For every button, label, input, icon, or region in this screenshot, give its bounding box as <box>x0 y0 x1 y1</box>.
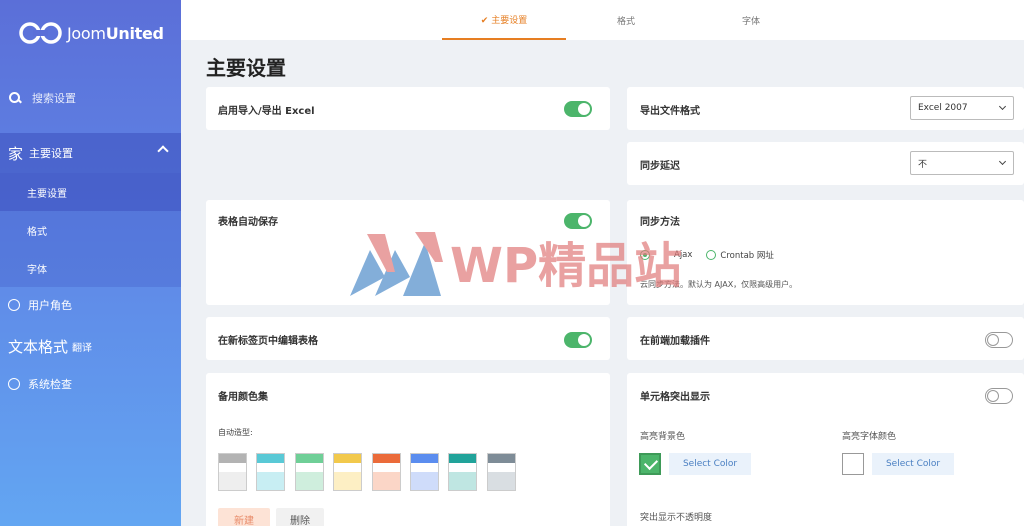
card-highlight: 单元格突出显示 高亮背景色 高亮字体颜色 Select Color Select… <box>627 373 1024 526</box>
highlight-bg-select-color[interactable]: Select Color <box>669 453 751 475</box>
highlight-label: 单元格突出显示 <box>640 392 710 403</box>
color-swatch[interactable] <box>333 453 363 491</box>
joomunited-logo-icon <box>19 22 62 44</box>
chevron-down-icon <box>998 157 1007 166</box>
card-sync-method: 同步方法 Ajax Crontab 网址 云同步方法。默认为 AJAX，仅限高级… <box>627 200 1024 305</box>
sync-delay-select[interactable]: 不 <box>910 151 1014 175</box>
highlight-bg-label: 高亮背景色 <box>640 432 686 442</box>
highlight-toggle[interactable] <box>985 388 1013 404</box>
color-swatch[interactable] <box>294 453 324 491</box>
import-export-label: 启用导入/导出 Excel <box>218 106 315 117</box>
sidebar-group-header[interactable]: 家 主要设置 <box>0 133 181 173</box>
tab-bar: ✔ 主要设置 格式 字体 <box>181 0 1024 40</box>
edit-new-tab-label: 在新标签页中编辑表格 <box>218 336 318 347</box>
auto-style-label: 自动造型: <box>218 428 253 437</box>
logo-text: JoomUnited <box>67 23 164 43</box>
edit-new-tab-toggle[interactable] <box>564 332 592 348</box>
color-swatch[interactable] <box>486 453 516 491</box>
color-swatch[interactable] <box>448 453 478 491</box>
user-circle-icon <box>8 299 20 311</box>
sidebar-item-user-roles[interactable]: 用户角色 <box>8 297 72 313</box>
highlight-bg-swatch[interactable] <box>639 453 661 475</box>
search-input[interactable]: 搜索设置 <box>32 90 76 106</box>
sidebar-item-system-check[interactable]: 系统检查 <box>8 376 72 392</box>
card-autosave: 表格自动保存 <box>206 200 610 305</box>
home-icon: 家 <box>8 144 24 163</box>
logo[interactable]: JoomUnited <box>18 16 164 50</box>
export-format-select[interactable]: Excel 2007 <box>910 96 1014 120</box>
color-swatch[interactable] <box>218 453 247 491</box>
sidebar-search[interactable]: 搜索设置 <box>8 86 173 110</box>
new-button[interactable]: 新建 <box>218 508 270 526</box>
radio-ajax[interactable] <box>640 250 650 260</box>
sidebar: JoomUnited 搜索设置 家 主要设置 主要设置 格式 字体 用户角色 文… <box>0 0 181 526</box>
card-export-format: 导出文件格式 Excel 2007 <box>627 87 1024 130</box>
chevron-up-icon[interactable] <box>157 145 169 157</box>
autosave-label: 表格自动保存 <box>218 217 278 228</box>
radio-crontab[interactable] <box>706 250 717 260</box>
translate-label: 翻译 <box>72 343 93 354</box>
import-export-toggle[interactable] <box>564 101 592 117</box>
text-format-label: 文本格式 <box>8 338 69 356</box>
sync-method-options: Ajax Crontab 网址 <box>640 249 774 261</box>
sidebar-item-font[interactable]: 字体 <box>0 249 181 287</box>
delete-button[interactable]: 删除 <box>276 508 324 526</box>
sidebar-item-text-format[interactable]: 文本格式 翻译 <box>8 336 92 357</box>
highlight-opacity-label: 突出显示不透明度 <box>640 513 713 523</box>
sidebar-group-main-settings: 家 主要设置 主要设置 格式 字体 <box>0 133 181 287</box>
sync-delay-label: 同步延迟 <box>640 161 680 172</box>
highlight-font-label: 高亮字体颜色 <box>842 432 897 442</box>
autosave-toggle[interactable] <box>564 213 592 229</box>
card-frontend-plugins: 在前端加载插件 <box>627 317 1024 360</box>
sync-method-note: 云同步方法。默认为 AJAX，仅限高级用户。 <box>640 280 798 289</box>
card-edit-new-tab: 在新标签页中编辑表格 <box>206 317 610 360</box>
sidebar-item-main-settings[interactable]: 主要设置 <box>0 173 181 211</box>
card-import-export: 启用导入/导出 Excel <box>206 87 610 130</box>
export-format-label: 导出文件格式 <box>640 106 700 117</box>
tab-main-settings[interactable]: ✔ 主要设置 <box>442 0 566 40</box>
frontend-plugins-label: 在前端加载插件 <box>640 336 710 347</box>
tab-format[interactable]: 格式 <box>596 0 656 40</box>
color-swatch[interactable] <box>410 453 439 491</box>
sidebar-group-label: 主要设置 <box>29 147 74 160</box>
highlight-font-select-color[interactable]: Select Color <box>872 453 954 475</box>
color-swatch[interactable] <box>371 453 401 491</box>
sidebar-item-format[interactable]: 格式 <box>0 211 181 249</box>
radio-ajax-label: Ajax <box>674 250 693 260</box>
radio-crontab-label: Crontab 网址 <box>720 251 774 261</box>
frontend-plugins-toggle[interactable] <box>985 332 1013 348</box>
color-swatch[interactable] <box>256 453 286 491</box>
highlight-font-swatch[interactable] <box>842 453 864 475</box>
search-icon <box>8 91 22 105</box>
check-circle-icon <box>8 378 20 390</box>
page-title: 主要设置 <box>206 56 286 80</box>
card-sync-delay: 同步延迟 不 <box>627 142 1024 185</box>
sync-method-label: 同步方法 <box>640 217 680 228</box>
tab-font[interactable]: 字体 <box>721 0 781 40</box>
card-alt-colors: 备用颜色集 自动造型: 新建 删除 <box>206 373 610 526</box>
chevron-down-icon <box>998 102 1007 111</box>
alt-colors-label: 备用颜色集 <box>218 392 268 403</box>
